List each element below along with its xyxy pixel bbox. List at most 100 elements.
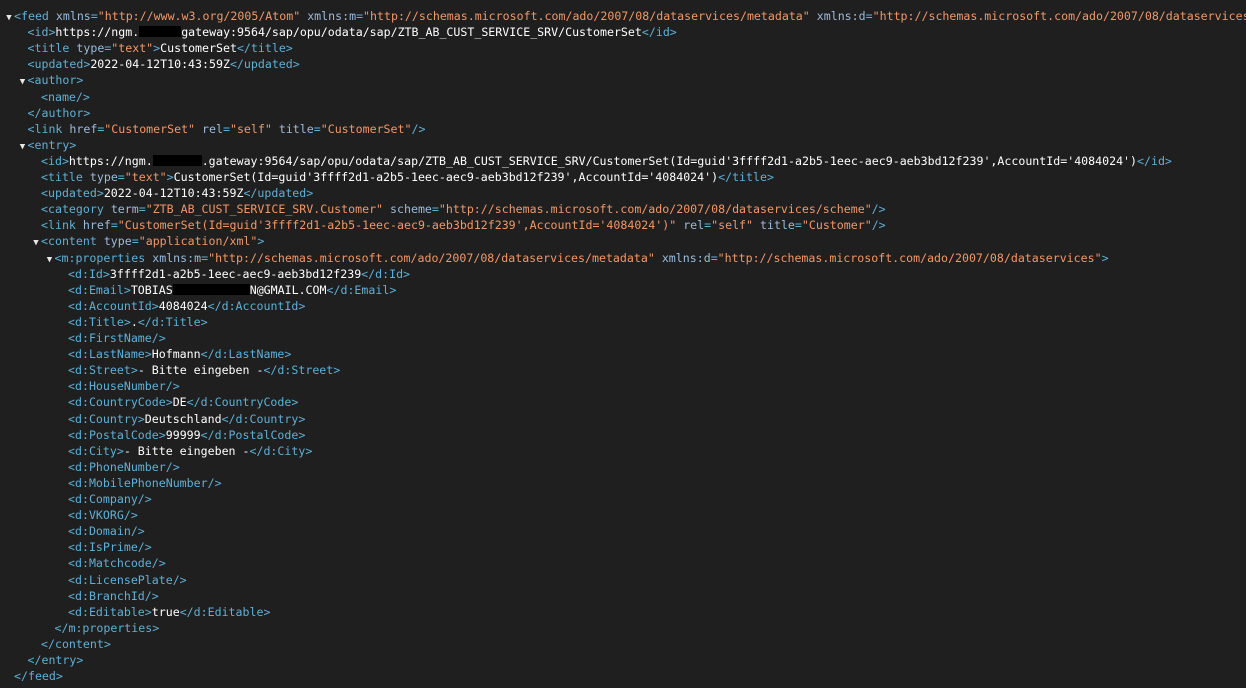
xml-tag: <d:Id>: [68, 266, 110, 281]
xml-tag: <name/>: [41, 89, 90, 104]
xml-tag: <d:Street>: [68, 363, 138, 378]
triangle-down-icon[interactable]: ▼: [31, 235, 41, 251]
attribute-name: rel: [202, 121, 223, 136]
xml-line: <d:Company/>: [68, 491, 152, 507]
xml-line: <d:IsPrime/>: [68, 539, 152, 555]
xml-tree-viewer: ▼ <feed xmlns="http://www.w3.org/2005/Ato…: [0, 0, 1246, 688]
triangle-down-icon[interactable]: ▼: [4, 10, 14, 26]
attribute-name: type: [76, 41, 105, 56]
xml-line: </feed>: [14, 668, 63, 684]
xml-tag: </d:Editable>: [179, 604, 271, 619]
xml-tag: />: [871, 218, 886, 233]
text-node: 99999: [165, 427, 201, 442]
xml-tag: </title>: [718, 170, 774, 184]
redacted-text: [139, 26, 182, 38]
attribute-value: "text": [111, 41, 154, 56]
xml-tag: <d:MobilePhoneNumber/>: [68, 475, 222, 490]
text-node: true: [151, 604, 180, 619]
xml-tag: <d:IsPrime/>: [68, 540, 152, 555]
xml-tag: <d:Company/>: [68, 492, 152, 506]
xml-tag: />: [871, 202, 886, 217]
xml-line: <d:City>- Bitte eingeben -</d:City>: [68, 443, 312, 459]
xml-tag: </d:CountryCode>: [186, 395, 299, 410]
attribute-value: "CustomerSet(Id=guid'3ffff2d1-a2b5-1eec-…: [117, 218, 677, 233]
attribute-value: "http://schemas.microsoft.com/ado/2007/0…: [208, 250, 655, 265]
attribute-value: "self": [711, 218, 754, 233]
xml-line: ▼ <entry>: [18, 137, 77, 153]
xml-line: <updated>2022-04-12T10:43:59Z</updated>: [41, 185, 313, 201]
xml-tag: <d:PostalCode>: [68, 427, 166, 442]
xml-tag: <category: [41, 202, 111, 217]
attribute-value: "application/xml": [138, 234, 258, 249]
xml-line: ▼ <author>: [18, 72, 84, 88]
xml-tag: <d:Matchcode/>: [68, 556, 166, 571]
xml-tag: </d:LastName>: [200, 347, 292, 362]
text-node: DE: [172, 395, 187, 410]
xml-line: <category term="ZTB_AB_CUST_SERVICE_SRV.…: [41, 201, 886, 217]
xml-tag: <d:BranchId/>: [68, 588, 159, 603]
attribute-value: "self": [229, 121, 272, 136]
xml-line: <d:Editable>true</d:Editable>: [68, 604, 270, 620]
attribute-name: scheme: [390, 202, 432, 217]
xml-line: <d:Matchcode/>: [68, 555, 166, 571]
xml-line: <d:Country>Deutschland</d:Country>: [68, 411, 305, 427]
text-node: https://ngm.: [68, 153, 153, 168]
xml-tag: =: [90, 9, 98, 23]
xml-tag: </title>: [236, 41, 293, 56]
xml-tag: <d:HouseNumber/>: [68, 379, 180, 394]
triangle-down-icon[interactable]: ▼: [18, 139, 28, 155]
attribute-value: "CustomerSet": [104, 121, 196, 136]
xml-tag: </d:AccountId>: [207, 298, 306, 313]
text-node: CustomerSet(Id=guid'3ffff2d1-a2b5-1eec-a…: [173, 170, 719, 184]
text-node: 3ffff2d1-a2b5-1eec-aec9-aeb3bd12f239: [109, 266, 362, 281]
xml-line: </content>: [41, 636, 111, 652]
xml-tag: =: [117, 170, 125, 184]
attribute-name: title: [760, 218, 795, 233]
xml-line: <d:LastName>Hofmann</d:LastName>: [68, 346, 291, 362]
attribute-value: "http://schemas.microsoft.com/ado/2007/0…: [363, 9, 810, 23]
xml-tag: <d:PhoneNumber/>: [68, 459, 180, 474]
xml-line: <d:Id>3ffff2d1-a2b5-1eec-aec9-aeb3bd12f2…: [68, 266, 410, 282]
xml-tag: <d:Editable>: [68, 604, 152, 619]
xml-tag: <d:City>: [68, 443, 124, 458]
xml-tag: >: [166, 170, 174, 184]
attribute-name: xmlns:m: [307, 9, 357, 23]
xml-tag: <m:properties: [54, 250, 153, 265]
xml-line: <d:VKORG/>: [68, 507, 138, 523]
xml-tag: </d:Title>: [137, 314, 208, 329]
xml-tag: </entry>: [27, 653, 84, 667]
xml-tag: =: [222, 121, 230, 136]
xml-tag: =: [865, 9, 873, 23]
text-node: 4084024: [158, 298, 208, 313]
triangle-down-icon[interactable]: ▼: [45, 252, 55, 268]
xml-line: <updated>2022-04-12T10:43:59Z</updated>: [28, 56, 300, 72]
xml-line: <d:Domain/>: [68, 523, 145, 539]
xml-line: <d:FirstName/>: [68, 330, 166, 346]
attribute-name: xmlns:m: [152, 250, 202, 265]
xml-tag: =: [313, 121, 321, 136]
xml-tag: <link: [27, 121, 70, 136]
attribute-value: "http://schemas.microsoft.com/ado/2007/0…: [872, 9, 1246, 23]
xml-tag: =: [794, 218, 802, 233]
attribute-value: "http://schemas.microsoft.com/ado/2007/0…: [717, 250, 1102, 265]
attribute-name: title: [278, 121, 314, 136]
xml-tag: <updated>: [27, 57, 91, 72]
xml-tag: [810, 9, 817, 23]
text-node: - Bitte eingeben -: [137, 363, 264, 378]
attribute-name: type: [89, 170, 118, 184]
xml-tag: =: [131, 234, 139, 249]
attribute-value: "ZTB_AB_CUST_SERVICE_SRV.Customer": [145, 202, 384, 217]
xml-line: <d:PhoneNumber/>: [68, 459, 180, 475]
text-node: .gateway:9564/sap/opu/odata/sap/ZTB_AB_C…: [201, 153, 1138, 168]
xml-tag: <d:Domain/>: [68, 524, 145, 539]
xml-line: <id>https://ngm. gateway:9564/sap/opu/oda…: [28, 24, 677, 40]
xml-tag: <link: [41, 218, 83, 233]
text-node: TOBIAS: [130, 282, 173, 297]
xml-tag: </d:Country>: [221, 411, 306, 426]
xml-tag: <d:AccountId>: [68, 298, 159, 313]
xml-tag: />: [411, 121, 426, 136]
xml-tag: <entry>: [27, 137, 77, 152]
xml-tag: </d:Id>: [361, 266, 411, 281]
attribute-value: "http://schemas.microsoft.com/ado/2007/0…: [438, 202, 872, 217]
triangle-down-icon[interactable]: ▼: [18, 74, 28, 90]
